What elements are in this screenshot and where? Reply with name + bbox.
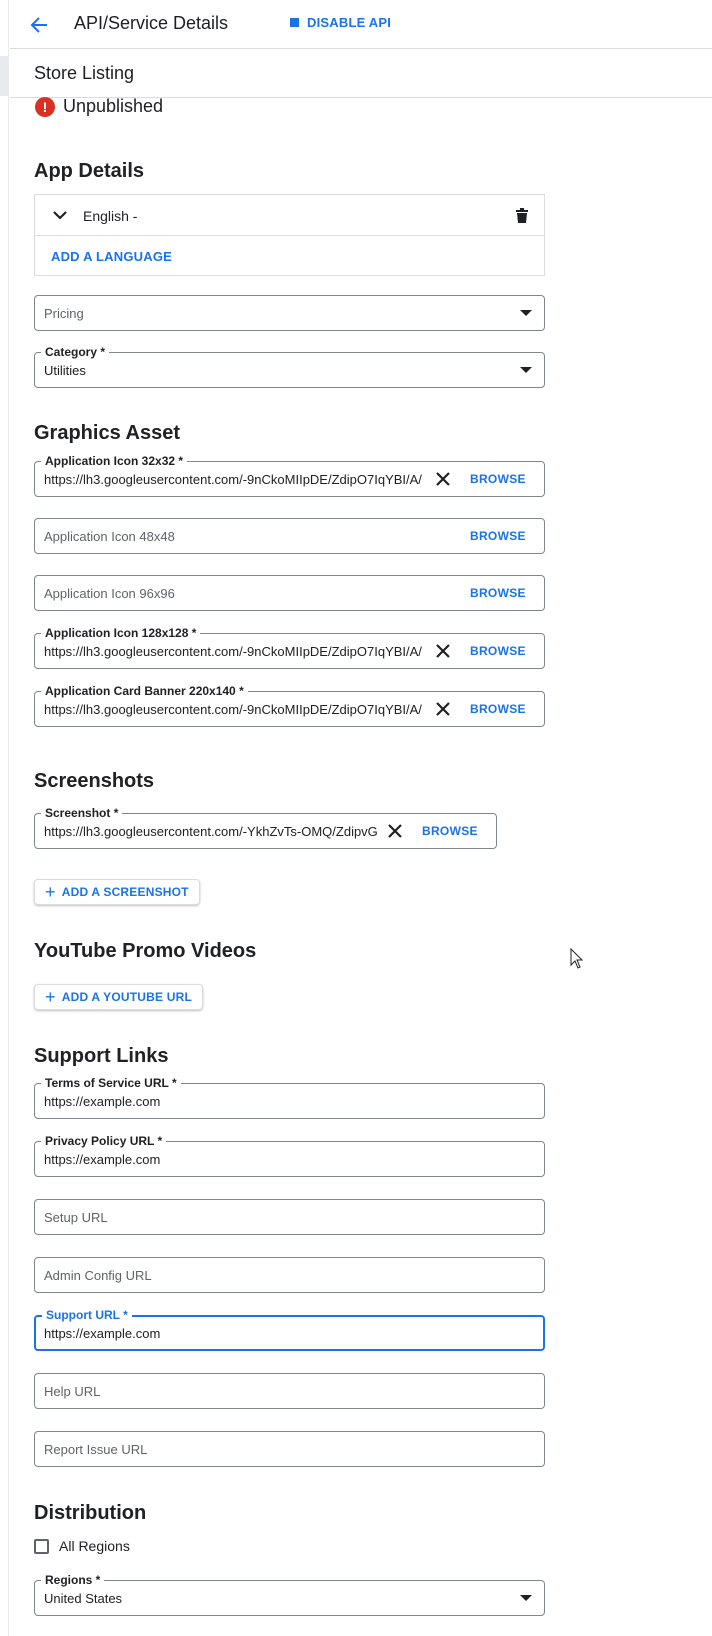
icon-32-field[interactable]: Application Icon 32x32 * https://lh3.goo… (34, 454, 545, 497)
category-value: Utilities (44, 363, 86, 378)
close-icon[interactable] (434, 642, 452, 660)
all-regions-label: All Regions (59, 1538, 130, 1554)
browse-button[interactable]: BROWSE (470, 702, 526, 716)
back-button[interactable] (26, 12, 52, 38)
browse-button[interactable]: BROWSE (422, 824, 478, 838)
help-url-field[interactable]: Help URL (34, 1373, 545, 1409)
dropdown-arrow-icon (520, 1595, 532, 1601)
store-listing-title: Store Listing (34, 63, 135, 83)
status-text: Unpublished (63, 96, 164, 116)
category-label: Category * (41, 345, 110, 359)
terms-url-label: Terms of Service URL * (41, 1076, 181, 1090)
icon-128-field[interactable]: Application Icon 128x128 * https://lh3.g… (34, 626, 545, 669)
report-issue-url-field[interactable]: Report Issue URL (34, 1431, 545, 1467)
icon-128-label: Application Icon 128x128 * (41, 626, 201, 640)
browse-button[interactable]: BROWSE (470, 586, 526, 600)
browse-button[interactable]: BROWSE (470, 472, 526, 486)
card-banner-value: https://lh3.googleusercontent.com/-9nCko… (44, 702, 422, 717)
card-banner-label: Application Card Banner 220x140 * (41, 684, 248, 698)
graphics-asset-heading: Graphics Asset (34, 422, 180, 444)
add-screenshot-label: ADD A SCREENSHOT (61, 885, 189, 899)
mouse-pointer-icon (570, 948, 584, 969)
browse-button[interactable]: BROWSE (470, 644, 526, 658)
stop-icon (290, 18, 299, 27)
error-icon: ! (35, 96, 55, 117)
screenshot-field[interactable]: Screenshot * https://lh3.googleuserconte… (34, 806, 497, 849)
publish-status: ! Unpublished (35, 96, 163, 117)
language-panel: English - ADD A LANGUAGE (34, 194, 545, 276)
plus-icon: + (45, 987, 56, 1007)
distribution-heading: Distribution (34, 1502, 147, 1524)
left-rail-highlight (0, 56, 9, 96)
top-bar: API/Service Details DISABLE API (10, 0, 712, 49)
arrow-left-icon (30, 17, 47, 33)
screenshot-label: Screenshot * (41, 806, 123, 820)
card-banner-field[interactable]: Application Card Banner 220x140 * https:… (34, 684, 545, 727)
icon-32-value: https://lh3.googleusercontent.com/-9nCko… (44, 472, 422, 487)
close-icon[interactable] (386, 822, 404, 840)
terms-url-value: https://example.com (44, 1094, 161, 1109)
regions-select[interactable]: Regions * United States (34, 1573, 545, 1616)
language-row: English - (35, 195, 544, 236)
app-details-heading: App Details (34, 160, 145, 182)
regions-value: United States (44, 1591, 123, 1606)
admin-config-url-placeholder: Admin Config URL (44, 1268, 152, 1283)
admin-config-url-field[interactable]: Admin Config URL (34, 1257, 545, 1293)
pricing-select[interactable]: Pricing (34, 295, 545, 331)
icon-96-field[interactable]: Application Icon 96x96 BROWSE (34, 575, 545, 611)
help-url-placeholder: Help URL (44, 1384, 101, 1399)
screenshot-value: https://lh3.googleusercontent.com/-YkhZv… (44, 824, 378, 839)
category-select[interactable]: Category * Utilities (34, 345, 545, 388)
all-regions-checkbox[interactable] (34, 1538, 49, 1554)
close-icon[interactable] (434, 700, 452, 718)
chevron-down-icon[interactable] (49, 204, 71, 226)
privacy-url-value: https://example.com (44, 1152, 161, 1167)
plus-icon: + (45, 882, 56, 902)
support-url-field[interactable]: Support URL * https://example.com (34, 1308, 545, 1351)
icon-48-placeholder: Application Icon 48x48 (44, 529, 175, 544)
dropdown-arrow-icon (520, 310, 532, 316)
all-regions-row: All Regions (34, 1538, 130, 1554)
support-url-value: https://example.com (44, 1326, 161, 1341)
add-language-button[interactable]: ADD A LANGUAGE (51, 249, 172, 264)
language-label: English - (83, 208, 138, 224)
support-url-label: Support URL * (42, 1308, 132, 1322)
icon-128-value: https://lh3.googleusercontent.com/-9nCko… (44, 644, 422, 659)
regions-label: Regions * (41, 1573, 105, 1587)
setup-url-field[interactable]: Setup URL (34, 1199, 545, 1235)
add-youtube-url-button[interactable]: + ADD A YOUTUBE URL (34, 984, 204, 1010)
dropdown-arrow-icon (520, 367, 532, 373)
youtube-heading: YouTube Promo Videos (34, 940, 257, 962)
icon-32-label: Application Icon 32x32 * (41, 454, 188, 468)
privacy-url-label: Privacy Policy URL * (41, 1134, 167, 1148)
browse-button[interactable]: BROWSE (470, 529, 526, 543)
close-icon[interactable] (434, 470, 452, 488)
page-title: API/Service Details (74, 13, 229, 33)
store-listing-bar: Store Listing (10, 49, 712, 98)
disable-api-label: DISABLE API (307, 15, 392, 30)
report-issue-url-placeholder: Report Issue URL (44, 1442, 148, 1457)
trash-icon[interactable] (512, 205, 532, 225)
support-links-heading: Support Links (34, 1045, 169, 1067)
privacy-url-field[interactable]: Privacy Policy URL * https://example.com (34, 1134, 545, 1177)
setup-url-placeholder: Setup URL (44, 1210, 108, 1225)
pricing-placeholder: Pricing (44, 306, 84, 321)
icon-96-placeholder: Application Icon 96x96 (44, 586, 175, 601)
left-rail (0, 0, 9, 1636)
add-youtube-label: ADD A YOUTUBE URL (61, 990, 193, 1004)
terms-url-field[interactable]: Terms of Service URL * https://example.c… (34, 1076, 545, 1119)
screenshots-heading: Screenshots (34, 770, 155, 792)
add-screenshot-button[interactable]: + ADD A SCREENSHOT (34, 879, 200, 905)
disable-api-button[interactable]: DISABLE API (290, 15, 391, 30)
icon-48-field[interactable]: Application Icon 48x48 BROWSE (34, 518, 545, 554)
